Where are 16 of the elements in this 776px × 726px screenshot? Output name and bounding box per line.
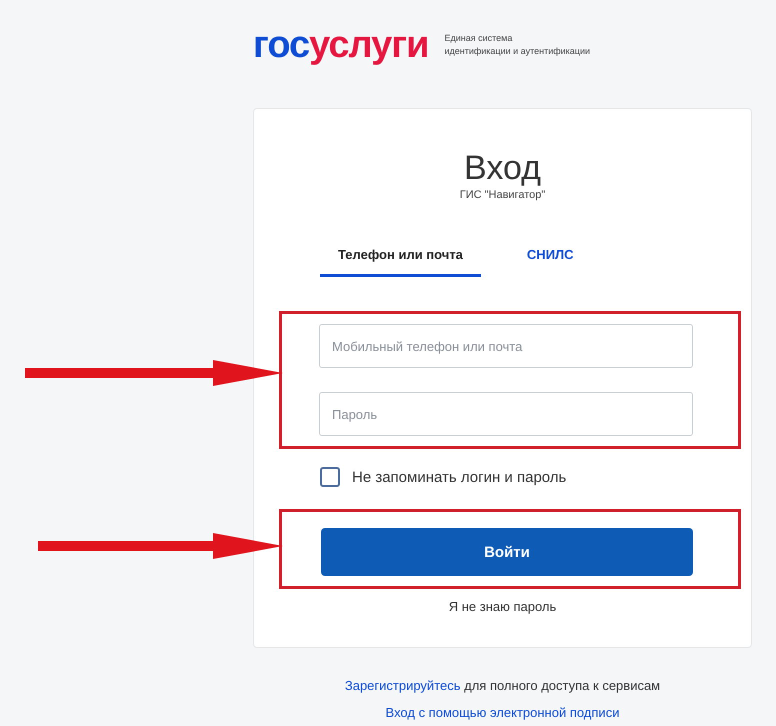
input-field[interactable]: Мобильный телефон или почта (319, 324, 693, 368)
input-field[interactable]: Пароль (319, 392, 693, 436)
login-tab[interactable]: СНИЛС (508, 241, 592, 277)
login-subtitle: ГИС "Навигатор" (460, 189, 546, 201)
signature-login-link[interactable]: Вход с помощью электронной подписи (386, 705, 620, 720)
logo-subtitle: идентификации и аутентификации (444, 45, 590, 58)
login-title: Вход (464, 149, 541, 187)
register-link[interactable]: Зарегистрируйтесь (344, 678, 461, 693)
forgot-password-link[interactable]: Я не знаю пароль (448, 599, 556, 614)
logo: госуслуги (253, 26, 428, 64)
register-sentence: Зарегистрируйтесь для полного доступа к сервисам (344, 678, 660, 693)
logo-subtitle: Единая система (444, 32, 514, 45)
login-button[interactable]: Войти (321, 528, 693, 576)
checkbox-label: Не запоминать логин и пароль (352, 468, 566, 486)
checkbox[interactable] (320, 467, 340, 487)
login-tab[interactable]: Телефон или почта (320, 241, 481, 277)
